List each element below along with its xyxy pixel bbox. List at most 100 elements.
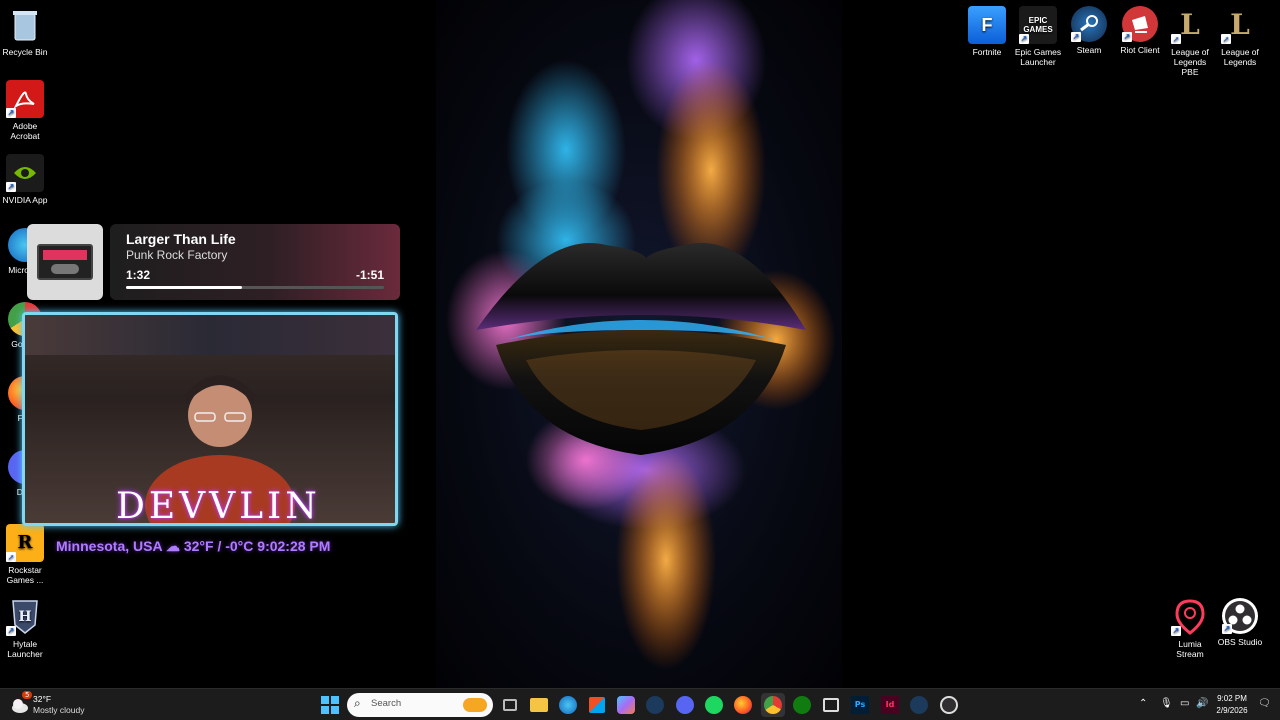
obs-icon [940, 696, 958, 714]
steam-taskbar-button[interactable] [643, 693, 667, 717]
desktop-icon-hytale[interactable]: H ↗ Hytale Launcher [0, 598, 50, 659]
desktop-icon-nvidia[interactable]: ↗ NVIDIA App [0, 154, 50, 205]
shortcut-arrow-icon: ↗ [1171, 626, 1181, 636]
xbox-button[interactable] [790, 693, 814, 717]
track-title: Larger Than Life [126, 231, 236, 247]
file-explorer-button[interactable] [527, 693, 551, 717]
discord-taskbar-button[interactable] [673, 693, 697, 717]
icon-label: Lumia Stream [1176, 639, 1204, 659]
spotify-icon [705, 696, 723, 714]
shortcut-arrow-icon: ↗ [1019, 34, 1029, 44]
screen-capture-button[interactable] [819, 693, 843, 717]
icon-label: Hytale Launcher [7, 639, 43, 659]
rockstar-icon: R ↗ [6, 524, 44, 562]
track-artist: Punk Rock Factory [126, 248, 228, 262]
discord-icon [676, 696, 694, 714]
taskbar: 5 32°F Mostly cloudy ⌕ Search Ps Id ⌃ 🎙 … [0, 688, 1280, 720]
stream-weather-line: Minnesota, USA ☁ 32°F / -0°C 9:02:28 PM [56, 538, 330, 555]
streamer-name: DEVVLIN [116, 486, 321, 527]
weather-condition: Mostly cloudy [33, 705, 85, 715]
chrome-icon [764, 696, 782, 714]
network-icon[interactable]: ▭ [1180, 698, 1189, 709]
search-placeholder: Search [371, 698, 402, 709]
photoshop-button[interactable]: Ps [848, 693, 872, 717]
lumia-stream-icon: ↗ [1171, 598, 1209, 636]
search-highlight-icon [463, 698, 487, 712]
icon-label: Fortnite [972, 47, 1002, 57]
desktop-icon-obs-studio[interactable]: ↗ OBS Studio [1215, 598, 1265, 647]
photoshop-icon: Ps [851, 696, 869, 714]
hytale-icon: H ↗ [6, 598, 44, 636]
desktop-icon-epic-games[interactable]: EPIC GAMES ↗ Epic Games Launcher [1013, 6, 1063, 67]
weather-widget[interactable]: 5 32°F Mostly cloudy [10, 691, 110, 717]
desktop-icon-league[interactable]: L ↗ League of Legends [1215, 6, 1265, 67]
progress-bar [126, 286, 384, 289]
recycle-bin-icon [6, 6, 44, 44]
indesign-button[interactable]: Id [878, 693, 902, 717]
search-icon: ⌕ [354, 696, 361, 710]
background-shelf [25, 315, 395, 355]
icon-label: Adobe Acrobat [10, 121, 40, 141]
firefox-taskbar-button[interactable] [731, 693, 755, 717]
stream-clock-text: 9:02:28 PM [257, 538, 331, 554]
desktop: Recycle Bin ↗ Adobe Acrobat ↗ NVIDIA App… [0, 0, 1280, 688]
shortcut-arrow-icon: ↗ [6, 108, 16, 118]
icon-label: Riot Client [1120, 45, 1160, 55]
screen-capture-icon [823, 698, 839, 712]
progress-fill [126, 286, 243, 289]
system-clock[interactable]: 9:02 PM 2/9/2026 [1212, 693, 1252, 717]
chevron-up-icon[interactable]: ⌃ [1139, 698, 1147, 709]
desktop-icon-fortnite[interactable]: F Fortnite [962, 6, 1012, 57]
shortcut-arrow-icon: ↗ [1222, 624, 1232, 634]
wallpaper-art [436, 0, 842, 688]
epic-games-icon: EPIC GAMES ↗ [1019, 6, 1057, 44]
icon-label: Epic Games Launcher [1014, 47, 1062, 67]
volume-icon[interactable]: 🔊 [1196, 698, 1208, 709]
windows-icon [321, 696, 339, 714]
clock-date: 2/9/2026 [1216, 706, 1248, 715]
obs-taskbar-button[interactable] [937, 693, 961, 717]
icon-label: Steam [1076, 45, 1102, 55]
weather-badge: 5 [22, 691, 33, 699]
shortcut-arrow-icon: ↗ [1122, 32, 1132, 42]
desktop-icon-league-pbe[interactable]: L ↗ League of Legends PBE [1165, 6, 1215, 77]
desktop-icon-riot-client[interactable]: ↗ Riot Client [1115, 6, 1165, 55]
search-input[interactable]: ⌕ Search [347, 693, 493, 717]
icon-label: OBS Studio [1217, 637, 1263, 647]
edge-icon [559, 696, 577, 714]
desktop-icon-steam[interactable]: ↗ Steam [1064, 6, 1114, 55]
shortcut-arrow-icon: ↗ [1171, 34, 1181, 44]
notification-icon[interactable]: 🗨 [1258, 698, 1271, 709]
chrome-taskbar-button[interactable] [761, 693, 785, 717]
copilot-icon [617, 696, 635, 714]
desktop-icon-rockstar[interactable]: R ↗ Rockstar Games ... [0, 524, 50, 585]
desktop-icon-recycle-bin[interactable]: Recycle Bin [0, 6, 50, 57]
league-pbe-icon: L ↗ [1171, 8, 1200, 44]
task-view-icon [503, 699, 517, 711]
firefox-icon [734, 696, 752, 714]
task-view-button[interactable] [498, 693, 522, 717]
now-playing-panel: Larger Than Life Punk Rock Factory 1:32 … [110, 224, 400, 300]
svg-text:H: H [18, 609, 31, 625]
location-text: Minnesota, USA [56, 538, 163, 554]
edge-taskbar-button[interactable] [556, 693, 580, 717]
xbox-icon [793, 696, 811, 714]
obs-studio-icon: ↗ [1222, 598, 1258, 634]
icon-label: Recycle Bin [2, 47, 48, 57]
steam-icon: ↗ [1071, 6, 1107, 42]
icon-label: Rockstar Games ... [6, 565, 44, 585]
league-icon: L ↗ [1221, 8, 1250, 44]
steam-2-button[interactable] [907, 693, 931, 717]
spotify-button[interactable] [702, 693, 726, 717]
desktop-icon-lumia-stream[interactable]: ↗ Lumia Stream [1165, 598, 1215, 659]
shortcut-arrow-icon: ↗ [1071, 32, 1081, 42]
steam-icon [646, 696, 664, 714]
temperature-text: 32°F / -0°C [183, 538, 254, 554]
desktop-icon-adobe-acrobat[interactable]: ↗ Adobe Acrobat [0, 80, 50, 141]
start-button[interactable] [318, 693, 342, 717]
album-art [27, 224, 103, 300]
microphone-icon[interactable]: 🎙 [1160, 698, 1173, 709]
fortnite-icon: F [968, 6, 1006, 44]
store-button[interactable] [585, 693, 609, 717]
copilot-button[interactable] [614, 693, 638, 717]
